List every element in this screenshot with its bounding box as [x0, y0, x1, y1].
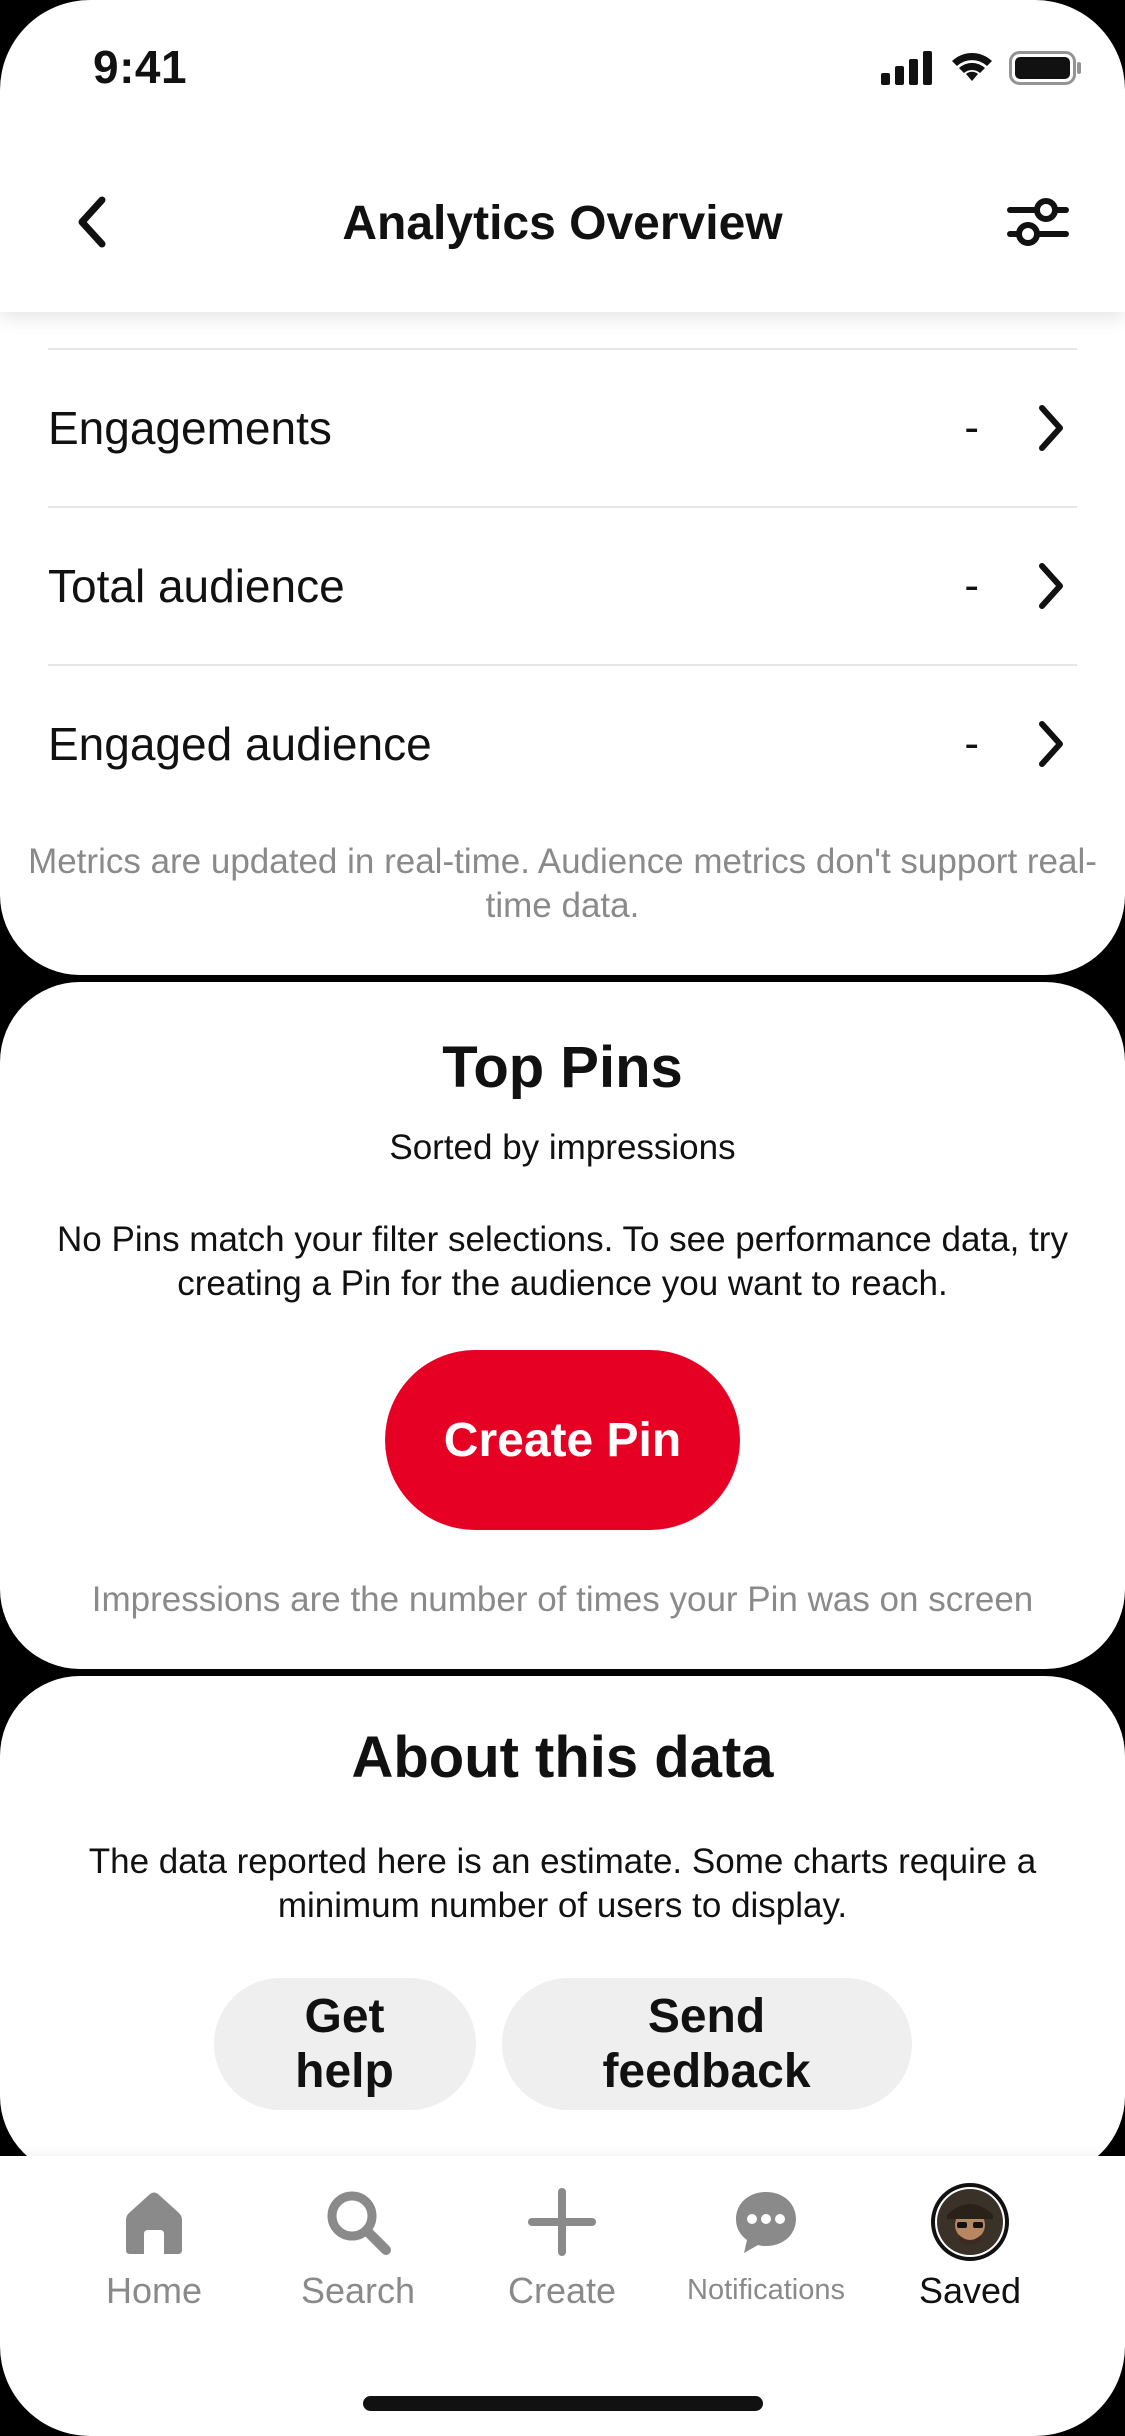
- metric-label: Engagements: [48, 402, 332, 454]
- about-description: The data reported here is an estimate. S…: [88, 1842, 1037, 1925]
- empty-state-message: No Pins match your filter selections. To…: [57, 1220, 1068, 1303]
- metric-value: -: [964, 719, 979, 768]
- metric-list: Engagements - Total audience - Engaged a…: [48, 348, 1077, 822]
- home-icon: [114, 2182, 194, 2262]
- tab-label: Notifications: [687, 2274, 845, 2306]
- home-indicator: [363, 2396, 763, 2411]
- tab-search[interactable]: Search: [258, 2182, 458, 2332]
- top-pins-title: Top Pins: [442, 1035, 683, 1100]
- cellular-signal-icon: [881, 51, 932, 85]
- metric-label: Total audience: [48, 560, 345, 612]
- tab-notifications[interactable]: Notifications: [666, 2182, 866, 2332]
- sliders-icon: [1007, 198, 1069, 246]
- top-pins-card: Top Pins Sorted by impressions No Pins m…: [0, 982, 1125, 1669]
- chevron-right-icon: [1033, 404, 1069, 452]
- metric-value: -: [964, 561, 979, 610]
- tab-label: Create: [507, 2270, 617, 2311]
- impressions-note: Impressions are the number of times your…: [91, 1580, 1034, 1619]
- screen: 9:41 Analytics Overview Engagements - To…: [0, 0, 1125, 2436]
- page-title: Analytics Overview: [342, 197, 783, 250]
- metrics-card: Engagements - Total audience - Engaged a…: [0, 280, 1125, 975]
- tab-label: Saved: [918, 2270, 1022, 2311]
- chat-bubble-icon: [726, 2182, 806, 2262]
- metric-row-engaged-audience[interactable]: Engaged audience -: [48, 664, 1077, 822]
- app-header: 9:41 Analytics Overview: [0, 0, 1125, 312]
- chevron-right-icon: [1033, 720, 1069, 768]
- status-time: 9:41: [93, 41, 188, 93]
- tab-label: Search: [300, 2270, 416, 2311]
- metric-value: -: [964, 403, 979, 452]
- tab-saved[interactable]: Saved: [870, 2182, 1070, 2332]
- status-icons: [881, 48, 1083, 88]
- send-feedback-button[interactable]: Send feedback: [501, 1978, 912, 2110]
- top-pins-subtitle: Sorted by impressions: [389, 1128, 736, 1167]
- tab-home[interactable]: Home: [54, 2182, 254, 2332]
- battery-icon: [1009, 51, 1081, 85]
- tab-bar: Home Search Create Notifications Saved: [0, 2156, 1125, 2436]
- tab-create[interactable]: Create: [462, 2182, 662, 2332]
- create-pin-button[interactable]: Create Pin: [385, 1350, 740, 1530]
- search-icon: [318, 2182, 398, 2262]
- wifi-icon: [952, 53, 992, 81]
- tab-label: Home: [105, 2270, 203, 2311]
- plus-icon: [522, 2182, 602, 2262]
- metric-row-engagements[interactable]: Engagements -: [48, 348, 1077, 506]
- avatar-wrapper: [930, 2182, 1010, 2262]
- metric-row-total-audience[interactable]: Total audience -: [48, 506, 1077, 664]
- about-data-card: About this data The data reported here i…: [0, 1676, 1125, 2176]
- metrics-note: Metrics are updated in real-time. Audien…: [28, 842, 1097, 925]
- about-actions: Get help Send feedback: [0, 1978, 1125, 2110]
- chevron-right-icon: [1033, 562, 1069, 610]
- about-title: About this data: [351, 1725, 774, 1790]
- get-help-button[interactable]: Get help: [213, 1978, 476, 2110]
- metric-label: Engaged audience: [48, 718, 432, 770]
- avatar: [931, 2183, 1009, 2261]
- filter-button[interactable]: [1001, 185, 1075, 259]
